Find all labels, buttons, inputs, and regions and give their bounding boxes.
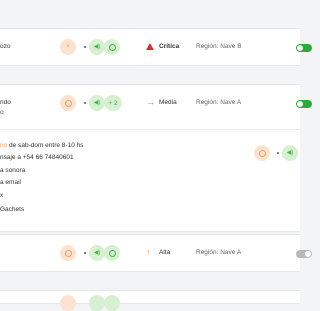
speaker-icon: ◀) (93, 100, 101, 106)
rule-subtitle: o (0, 109, 4, 116)
clock-icon (64, 99, 72, 107)
separator-dot (84, 46, 86, 48)
region-label: Región: Nave B (196, 43, 242, 50)
separator-dot (84, 102, 86, 104)
priority-label: Crítica (159, 43, 180, 50)
clock-icon (64, 249, 72, 257)
detail-divider (0, 129, 300, 130)
more-channels-count: + 2 (108, 99, 118, 107)
whatsapp-channel-button[interactable] (104, 245, 120, 261)
alert-rule-card (0, 290, 300, 311)
close-icon: × (66, 44, 70, 50)
detail-email: a email (0, 179, 21, 186)
whatsapp-icon (108, 249, 116, 257)
schedule-button[interactable]: × (60, 39, 76, 55)
detail-sound-button[interactable]: ◀) (282, 145, 298, 161)
sound-channel-button[interactable]: ◀) (89, 95, 105, 111)
detail-schedule-highlight: rio (0, 142, 8, 149)
clock-icon (258, 149, 266, 157)
detail-schedule-text: de sab-dom entre 8-10 hs (9, 142, 84, 149)
whatsapp-icon (108, 43, 116, 51)
schedule-button[interactable] (60, 95, 76, 111)
warning-triangle-icon (146, 43, 154, 50)
enable-toggle[interactable] (296, 44, 312, 52)
enable-toggle[interactable] (296, 100, 312, 108)
sound-channel-button[interactable] (89, 295, 105, 311)
separator-dot (277, 152, 279, 154)
speaker-icon: ◀) (286, 150, 294, 156)
whatsapp-channel-button[interactable] (104, 39, 120, 55)
region-label: Región: Nave A (196, 99, 242, 106)
detail-schedule: rio de sab-dom entre 8-10 hs (0, 142, 83, 150)
region-label: Región: Nave A (196, 249, 242, 256)
rule-name: ndo (0, 99, 11, 106)
speaker-icon: ◀) (93, 250, 101, 256)
sound-channel-button[interactable]: ◀) (89, 39, 105, 55)
alert-rule-card: ndo o ◀) + 2 → Media Región: Nave A rio … (0, 84, 312, 232)
whatsapp-channel-button[interactable] (104, 295, 120, 311)
detail-extra: x (0, 192, 4, 199)
separator-dot (84, 252, 86, 254)
detail-schedule-button[interactable] (254, 145, 270, 161)
detail-contact: Gachets (0, 206, 25, 213)
schedule-button[interactable] (60, 295, 76, 311)
alert-rule-card: ozo × ◀) Crítica Región: Nave B (0, 28, 312, 66)
detail-message: nsaje a +54 66 74840601 (0, 154, 74, 161)
priority-label: Media (159, 99, 177, 106)
sound-channel-button[interactable]: ◀) (89, 245, 105, 261)
detail-sound: a sonora (0, 167, 26, 174)
arrow-up-icon: ↑ (146, 247, 151, 257)
enable-toggle[interactable] (296, 250, 312, 258)
more-channels-button[interactable]: + 2 (104, 95, 122, 111)
speaker-icon: ◀) (93, 44, 101, 50)
rule-name: ozo (0, 43, 11, 50)
arrow-right-icon: → (146, 97, 155, 107)
alert-rule-card: ◀) ↑ Alta Región: Nave A (0, 234, 312, 272)
priority-label: Alta (159, 249, 171, 256)
schedule-button[interactable] (60, 245, 76, 261)
